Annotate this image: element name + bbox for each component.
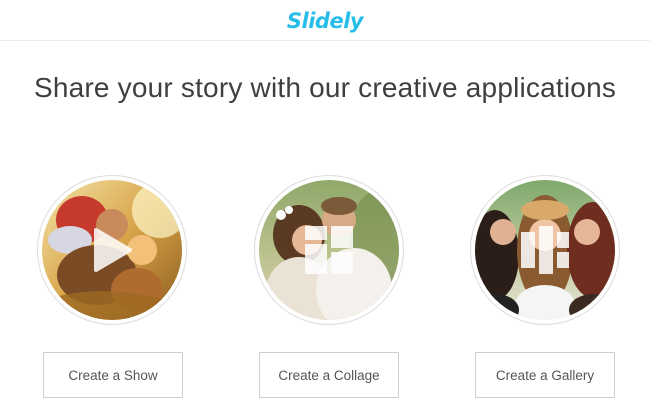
gallery-thumbnail[interactable]	[475, 180, 615, 320]
play-icon	[94, 228, 132, 272]
slidely-logo[interactable]: Slidely	[287, 9, 364, 33]
create-show-button[interactable]: Create a Show	[43, 352, 183, 398]
show-card	[37, 175, 187, 325]
gallery-card	[470, 175, 620, 325]
collage-icon	[305, 226, 353, 274]
page-headline: Share your story with our creative appli…	[33, 72, 617, 103]
create-collage-button[interactable]: Create a Collage	[259, 352, 399, 398]
collage-thumbnail[interactable]	[259, 180, 399, 320]
collage-card	[254, 175, 404, 325]
gallery-icon	[521, 226, 569, 274]
top-header: Slidely	[0, 0, 650, 41]
create-gallery-button[interactable]: Create a Gallery	[475, 352, 615, 398]
show-thumbnail[interactable]	[42, 180, 182, 320]
